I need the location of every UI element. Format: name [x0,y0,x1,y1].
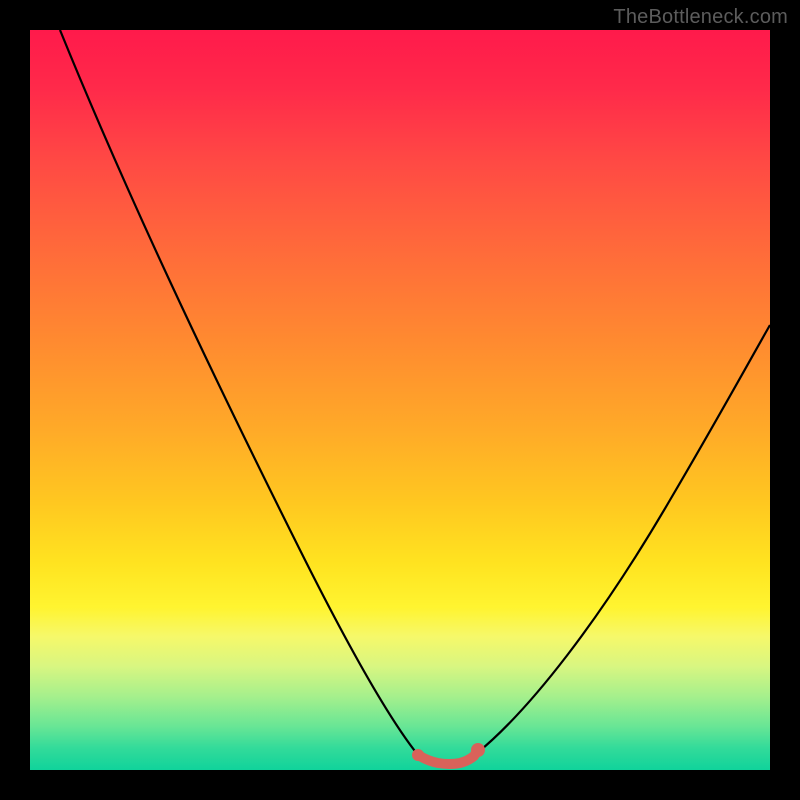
marker-left-end-dot [412,749,424,761]
chart-frame: TheBottleneck.com [0,0,800,800]
marker-right-end-dot [471,743,485,757]
curve-left-branch [60,30,418,755]
plot-area [30,30,770,770]
bottom-marker-segment [418,750,478,764]
watermark-text: TheBottleneck.com [613,6,788,29]
curve-layer [30,30,770,770]
curve-right-branch [476,325,770,754]
